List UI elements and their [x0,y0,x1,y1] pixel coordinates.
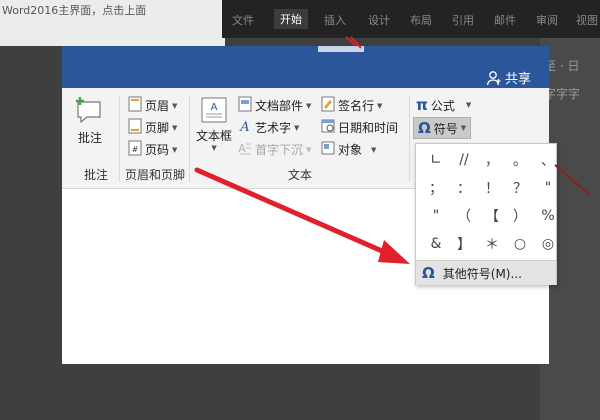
bg-tab-file: 文件 [232,14,254,27]
svg-text:A: A [238,142,246,155]
symbol-cell[interactable]: 、 [532,146,564,174]
quick-parts-icon [238,96,252,115]
comment-icon [74,96,106,129]
header-label: 页眉 [145,99,170,113]
group-separator [119,96,120,182]
object-icon [321,140,335,159]
wordart-label: 艺术字 [255,121,292,135]
bg-tab-home: 开始 [274,9,308,29]
tutorial-caption: Word2016主界面，点击上面 [2,4,147,17]
symbol-cell[interactable]: " [532,174,564,202]
comment-label: 批注 [77,131,102,145]
chevron-down-icon: ▼ [172,101,178,110]
chevron-down-icon: ▼ [377,101,383,110]
chevron-down-icon: ▼ [211,144,217,152]
symbol-cell[interactable]: % [532,202,564,230]
pi-icon: π [416,96,428,114]
signature-icon [321,96,335,115]
chevron-down-icon: ▼ [371,145,377,154]
quick-parts-label: 文档部件 [255,99,304,113]
bg-tab-insert: 插入 [324,14,346,27]
svg-text:#: # [132,145,139,154]
wordart-icon: A [238,118,252,137]
group-label-comments: 批注 [84,168,109,182]
share-button[interactable]: 共享 [486,68,531,87]
person-add-icon [486,70,502,86]
dropcap-icon: A [238,140,252,159]
omega-icon: Ω [422,264,435,282]
symbol-dropdown-menu: ∟ // ， 。 、 ； ： ！ ？ " " （ 【 ） % & 】 ＊ ○ ◎… [415,143,557,285]
more-symbols-label: 其他符号(M)... [442,266,522,281]
page-number-label: 页码 [145,143,170,157]
chevron-down-icon: ▼ [460,124,467,132]
chevron-down-icon: ▼ [294,123,300,132]
bg-tab-design: 设计 [368,14,390,27]
group-separator [189,96,190,182]
chevron-down-icon: ▼ [306,145,312,154]
dropcap-label: 首字下沉 [255,143,304,157]
page-number-icon: # [128,140,142,159]
bg-tab-mailings: 邮件 [494,14,516,27]
tutorial-page-background: Word2016主界面，点击上面 [0,0,225,46]
symbol-button[interactable]: Ω 符号 ▼ [413,117,472,139]
omega-icon: Ω [418,119,431,137]
equation-label: 公式 [430,98,455,113]
header-icon [128,96,142,115]
chevron-down-icon: ▼ [465,101,472,109]
footer-label: 页脚 [145,121,170,135]
bg-tab-references: 引用 [452,14,474,27]
textbox-button[interactable]: A 文本框 ▼ [196,96,232,152]
group-label-text: 文本 [288,168,313,182]
more-symbols-menu-item[interactable]: Ω 其他符号(M)... [416,260,556,285]
equation-button[interactable]: π 公式 ▼ [416,96,471,114]
dropcap-button[interactable]: A 首字下沉 ▼ [238,140,311,159]
date-time-button[interactable]: 日期和时间 [321,118,398,137]
date-time-label: 日期和时间 [338,121,399,135]
svg-text:A: A [211,102,218,113]
word-titlebar: 共享 [62,46,549,88]
share-label: 共享 [504,72,531,87]
quick-parts-button[interactable]: 文档部件 ▼ [238,96,311,115]
titlebar-highlight [318,46,364,52]
new-comment-button[interactable]: 批注 [74,96,106,146]
symbol-label: 符号 [433,121,458,136]
calendar-icon [321,118,335,137]
footer-icon [128,118,142,137]
object-label: 对象 [338,143,363,157]
chevron-down-icon: ▼ [306,101,312,110]
footer-button[interactable]: 页脚 ▼ [128,118,177,137]
bg-tab-review: 审阅 [536,14,558,27]
chevron-down-icon: ▼ [172,145,178,154]
textbox-icon: A [200,96,228,127]
page-number-button[interactable]: # 页码 ▼ [128,140,177,159]
symbol-cell[interactable]: ◎ [532,230,564,258]
object-button[interactable]: 对象 ▼ [321,140,376,159]
signature-line-button[interactable]: 签名行 ▼ [321,96,382,115]
chevron-down-icon: ▼ [172,123,178,132]
background-word-tabbar: 文件 开始 插入 设计 布局 引用 邮件 审阅 视图 [222,0,600,38]
group-separator [409,96,410,182]
textbox-label: 文本框 [196,129,233,143]
bg-tab-view: 视图 [576,14,598,27]
svg-text:A: A [239,120,249,134]
background-doc-text: 至 · 日 字字字 [544,59,581,101]
header-button[interactable]: 页眉 ▼ [128,96,177,115]
wordart-button[interactable]: A 艺术字 ▼ [238,118,299,137]
bg-tab-layout: 布局 [410,14,432,27]
group-label-header-footer: 页眉和页脚 [125,168,186,182]
signature-label: 签名行 [338,99,375,113]
